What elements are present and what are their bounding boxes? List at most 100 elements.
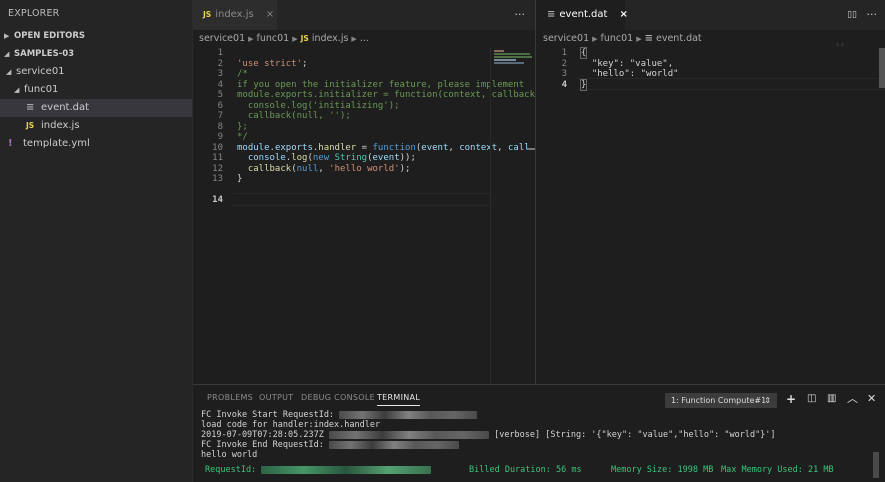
terminal-line: hello world (201, 450, 258, 460)
text-file-icon: ≡ (547, 9, 556, 20)
code-line: /* (237, 69, 248, 79)
tab-debug-console[interactable]: DEBUG CONSOLE (301, 393, 375, 402)
line-number: 8 (217, 121, 223, 132)
new-terminal-icon[interactable]: + (786, 391, 796, 407)
memory-size: Memory Size: 1998 MB (611, 465, 714, 475)
code-line: console.log('initializing'); (237, 100, 400, 111)
open-editors-section[interactable]: ▶ OPEN EDITORS (0, 27, 192, 45)
current-line-highlight (233, 193, 490, 206)
line-number: 2 (217, 58, 223, 69)
code-line: { (579, 47, 588, 59)
editor-group-2: ≡ event.dat × ▯▯ ··· service01 ▶ func01 ▶ ≡ eve… (537, 0, 885, 384)
redacted-text (328, 440, 459, 449)
breadcrumb-item[interactable]: ... (360, 33, 369, 44)
code-line: "key": "value", (581, 58, 674, 69)
split-terminal-icon[interactable]: ◫ (807, 391, 816, 407)
code-line: */ (237, 132, 248, 142)
breadcrumb: service01 ▶ func01 ▶ JS index.js ▶... (193, 30, 535, 48)
chevron-right-icon: ▶ (292, 35, 298, 43)
max-memory-used: Max Memory Used: 21 MB (721, 465, 834, 475)
split-editor-icon[interactable]: ▯▯ (847, 0, 857, 30)
tree-item-index-js[interactable]: JS index.js (0, 117, 192, 135)
terminal-line: 2019-07-09T07:28:05.237Z [verbose] [Stri… (201, 430, 776, 440)
project-label: SAMPLES-03 (14, 49, 75, 59)
project-section[interactable]: ◢ SAMPLES-03 (0, 45, 192, 63)
redacted-text (328, 430, 489, 439)
terminal-line: FC Invoke Start RequestId: (201, 410, 478, 420)
breadcrumb-item[interactable]: event.dat (656, 33, 702, 44)
tab-event-dat[interactable]: ≡ event.dat × (537, 0, 628, 30)
bottom-panel: PROBLEMS OUTPUT DEBUG CONSOLE TERMINAL 1… (193, 384, 885, 482)
js-file-icon: JS (300, 34, 309, 43)
breadcrumb-item[interactable]: func01 (601, 33, 634, 44)
tree-item-service01[interactable]: ◢ service01 (0, 63, 192, 81)
explorer-title: EXPLORER (8, 8, 60, 19)
code-line: "hello": "world" (581, 69, 679, 79)
tab-output[interactable]: OUTPUT (259, 393, 293, 402)
minimap-line (494, 53, 530, 55)
chevron-down-icon: ◢ (14, 86, 20, 94)
code-line: }; (237, 121, 248, 132)
chevron-up-icon[interactable]: ︿ (847, 391, 858, 407)
minimap-line (494, 56, 532, 58)
code-line: } (237, 174, 243, 184)
open-editors-label: OPEN EDITORS (14, 31, 86, 41)
line-number: 12 (212, 163, 223, 174)
vertical-scrollbar[interactable] (879, 48, 885, 88)
request-id-status: RequestId: (205, 465, 432, 475)
line-number: 1 (217, 48, 223, 58)
line-number: 6 (217, 100, 223, 111)
code-line: callback(null, ''); (237, 111, 351, 121)
redacted-text (339, 410, 478, 419)
code-line: if you open the initializer feature, ple… (237, 79, 525, 90)
more-actions-icon[interactable]: ··· (515, 0, 526, 30)
close-icon[interactable]: × (266, 9, 274, 20)
minimap-preview: ⁘⁘ (834, 42, 845, 49)
more-actions-icon[interactable]: ··· (867, 0, 878, 30)
close-panel-icon[interactable]: ✕ (867, 391, 876, 407)
trash-icon[interactable]: ▥ (827, 391, 836, 407)
tab-problems[interactable]: PROBLEMS (207, 393, 253, 402)
tree-item-func01[interactable]: ◢ func01 (0, 81, 192, 99)
terminal-line: FC Invoke End RequestId: (201, 440, 459, 450)
terminal-scrollbar[interactable] (873, 452, 879, 478)
breadcrumb-item[interactable]: func01 (257, 33, 290, 44)
line-number: 7 (217, 111, 223, 121)
minimap-line (494, 59, 516, 61)
chevron-right-icon: ▶ (592, 35, 598, 43)
text-file-icon: ≡ (26, 102, 35, 113)
terminal-line: load code for handler:index.handler (201, 420, 381, 430)
editor-group-1: JS index.js × ··· service01 ▶ func01 ▶ JS index… (193, 0, 536, 384)
tab-index-js[interactable]: JS index.js × (193, 0, 277, 30)
chevron-down-icon: ◢ (4, 50, 10, 58)
chevron-right-icon: ▶ (636, 35, 642, 43)
tab-bar: ≡ event.dat × ▯▯ ··· (537, 0, 885, 30)
select-arrows-icon: ⇕ (764, 396, 771, 405)
chevron-right-icon: ▶ (351, 35, 357, 43)
tree-item-event-dat[interactable]: ≡ event.dat (0, 99, 192, 117)
line-number: 4 (561, 79, 567, 90)
js-file-icon: JS (203, 10, 212, 19)
minimap[interactable] (490, 48, 535, 384)
line-number: 1 (561, 48, 567, 58)
text-file-icon: ≡ (644, 33, 653, 44)
tree-item-template-yml[interactable]: ! template.yml (0, 135, 192, 153)
line-number: 13 (212, 174, 223, 184)
chevron-down-icon: ◢ (6, 68, 12, 76)
tab-bar: JS index.js × ··· (193, 0, 535, 30)
code-line: module.exports.handler = function(event,… (237, 142, 530, 153)
tab-terminal[interactable]: TERMINAL (377, 393, 421, 406)
breadcrumb-item[interactable]: index.js (312, 33, 349, 44)
close-icon[interactable]: × (619, 9, 627, 20)
line-number: 3 (217, 69, 223, 79)
chevron-right-icon: ▶ (248, 35, 254, 43)
breadcrumb-item[interactable]: service01 (543, 33, 589, 44)
line-number: 14 (212, 195, 223, 205)
breadcrumb-item[interactable]: service01 (199, 33, 245, 44)
code-line: 'use strict'; (237, 58, 308, 69)
redacted-text (261, 465, 432, 474)
terminal-select[interactable]: 1: Function Compute#1 ⇕ (665, 393, 777, 408)
minimap-line (494, 50, 504, 52)
chevron-right-icon: ▶ (4, 32, 10, 40)
line-number: 2 (561, 58, 567, 69)
